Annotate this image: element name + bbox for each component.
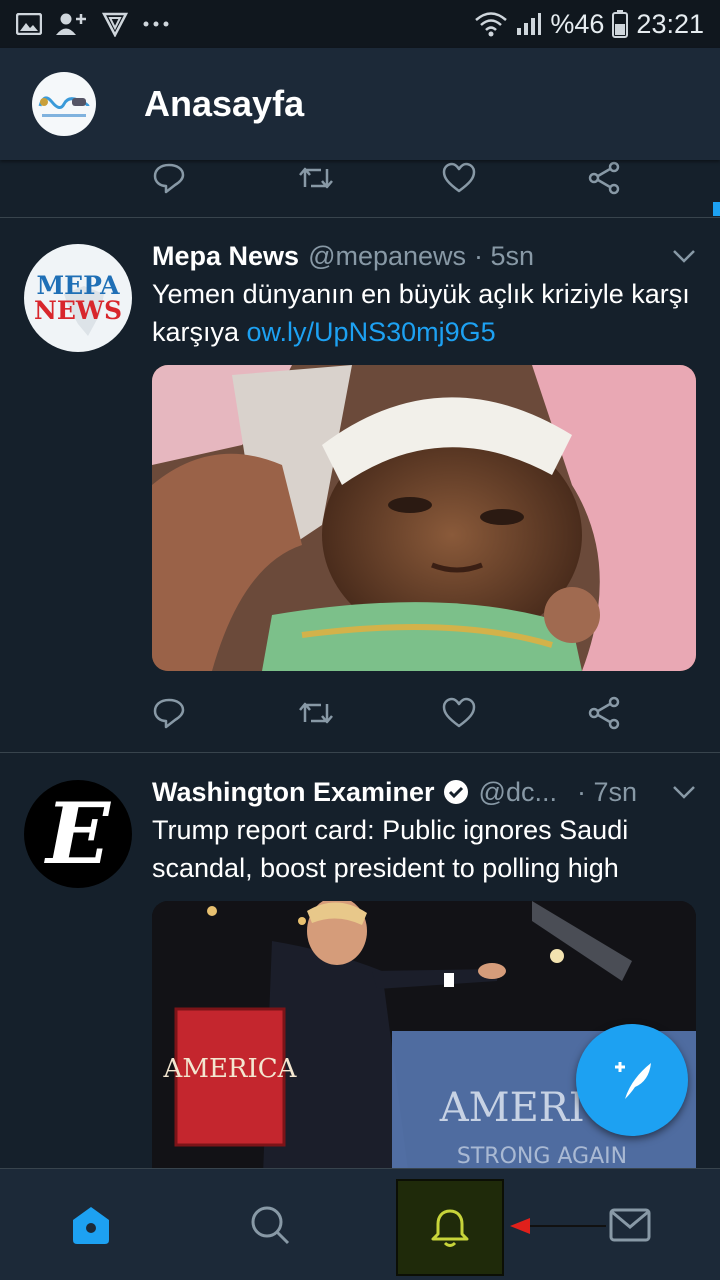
share-button[interactable] — [587, 161, 720, 195]
share-button[interactable] — [587, 696, 720, 730]
author-name[interactable]: Washington Examiner — [152, 777, 435, 808]
bottom-nav — [0, 1168, 720, 1280]
verified-badge-icon — [443, 780, 468, 804]
retweet-icon — [299, 702, 333, 724]
clock: 23:21 — [636, 8, 704, 39]
tweet-actions — [152, 160, 720, 196]
share-icon — [588, 161, 620, 195]
reply-button[interactable] — [152, 162, 297, 194]
nav-notifications[interactable] — [396, 1179, 504, 1276]
messages-mail-icon — [609, 1208, 651, 1242]
like-button[interactable] — [442, 697, 587, 729]
more-dots-icon — [143, 21, 169, 27]
tweet-header: Mepa News @mepanews · 5sn — [152, 237, 696, 275]
like-icon — [442, 162, 476, 193]
scrollbar[interactable] — [713, 202, 720, 216]
signal-icon — [517, 13, 542, 35]
tweet-link[interactable]: ow.ly/UpNS30mj9G5 — [247, 317, 496, 347]
reply-button[interactable] — [152, 697, 297, 729]
tweet-text: Trump report card: Public ignores Saudi … — [152, 815, 629, 883]
share-icon — [588, 696, 620, 730]
tweet-text: Yemen dünyanın en büyük açlık kriziyle k… — [152, 275, 696, 351]
profile-avatar[interactable] — [32, 72, 96, 136]
like-button[interactable] — [442, 162, 587, 194]
app-header: Anasayfa — [0, 48, 720, 160]
search-icon — [251, 1206, 290, 1245]
notifications-bell-icon — [431, 1209, 469, 1247]
status-bar: %46 23:21 — [0, 0, 720, 48]
timeline-feed[interactable]: MEPA NEWS Mepa News @mepanews · 5sn Yeme… — [0, 160, 720, 1168]
sign-blue-subtext: STRONG AGAIN — [457, 1144, 627, 1168]
photo-infant — [152, 365, 696, 671]
author-name[interactable]: Mepa News — [152, 241, 299, 272]
home-icon — [73, 1207, 109, 1244]
compose-tweet-button[interactable] — [576, 1024, 688, 1136]
avatar-text-bottom: NEWS — [33, 296, 123, 325]
add-user-icon — [56, 13, 86, 35]
vpn-shield-icon — [102, 12, 128, 37]
retweet-button[interactable] — [297, 163, 442, 193]
reply-icon — [153, 163, 185, 194]
chevron-down-icon[interactable] — [672, 785, 696, 799]
page-title: Anasayfa — [144, 83, 305, 124]
tweet-header: Washington Examiner @dc... · 7sn — [152, 773, 696, 811]
washington-examiner-avatar[interactable]: E — [24, 780, 132, 888]
retweet-button[interactable] — [297, 698, 442, 728]
reply-icon — [153, 698, 185, 729]
author-handle: @dc... — [478, 776, 557, 807]
mepa-news-avatar[interactable]: MEPA NEWS — [24, 244, 132, 352]
battery-icon — [612, 10, 629, 38]
chevron-down-icon[interactable] — [672, 249, 696, 263]
retweet-icon — [299, 167, 333, 189]
tweet-image[interactable] — [152, 365, 696, 671]
nav-home[interactable] — [36, 1169, 146, 1280]
divider — [0, 217, 720, 218]
nav-search[interactable] — [215, 1169, 325, 1280]
tweet-card[interactable]: MEPA NEWS Mepa News @mepanews · 5sn Yeme… — [0, 237, 720, 671]
compose-feather-icon — [615, 1062, 651, 1099]
avatar-logo-icon — [38, 96, 90, 117]
annotation-arrow-icon — [510, 1218, 606, 1234]
divider — [0, 752, 720, 753]
like-icon — [442, 697, 476, 728]
battery-percent: %46 — [550, 8, 605, 39]
avatar-letter: E — [45, 784, 111, 883]
author-handle: @mepanews — [308, 240, 467, 271]
tweet-time: · 7sn — [576, 776, 638, 807]
tweet-time: · 5sn — [474, 240, 535, 271]
tweet-actions — [152, 695, 720, 731]
wifi-icon — [475, 12, 508, 37]
sign-red-text: AMERICA — [163, 1054, 298, 1084]
gallery-icon — [16, 13, 42, 35]
avatar-text-top: MEPA — [36, 271, 120, 300]
